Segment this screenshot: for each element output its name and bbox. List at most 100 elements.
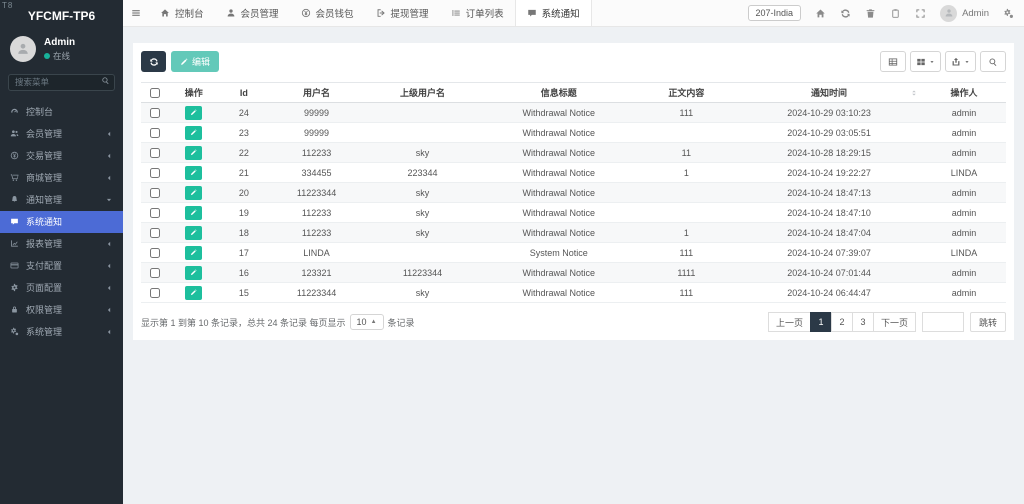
- row-edit-button[interactable]: [185, 185, 203, 200]
- sidebar-item-label: 通知管理: [26, 195, 63, 205]
- chevron-left-icon: [105, 328, 113, 336]
- tab-订单列表[interactable]: 订单列表: [440, 0, 515, 26]
- page-button-1[interactable]: 1: [809, 312, 832, 332]
- next-page-button[interactable]: 下一页: [872, 312, 916, 332]
- chevron-left-icon: [105, 262, 113, 270]
- tab-label: 会员管理: [240, 9, 279, 20]
- pencil-icon: [190, 149, 197, 156]
- row-checkbox[interactable]: [149, 107, 160, 118]
- row-checkbox[interactable]: [149, 287, 160, 298]
- sidebar-item-控制台[interactable]: 控制台: [0, 101, 123, 123]
- prev-page-button[interactable]: 上一页: [767, 312, 811, 332]
- table-icon: [888, 57, 898, 67]
- cell-parent: sky: [364, 282, 481, 303]
- avatar: [940, 4, 958, 22]
- search-button[interactable]: [980, 51, 1006, 72]
- row-edit-button[interactable]: [185, 265, 203, 280]
- row-checkbox[interactable]: [149, 127, 160, 138]
- sidebar-item-系统通知[interactable]: 系统通知: [0, 210, 123, 233]
- settings-cogs-icon[interactable]: [1003, 8, 1014, 19]
- cogs-icon: [10, 327, 19, 336]
- cell-id: 18: [218, 222, 269, 243]
- sidebar-item-会员管理[interactable]: 会员管理: [0, 123, 123, 145]
- column-header-通知时间[interactable]: 通知时间: [736, 82, 923, 103]
- sidebar-item-权限管理[interactable]: 权限管理: [0, 299, 123, 321]
- refresh-icon[interactable]: [840, 8, 851, 19]
- gauge-icon: [10, 107, 19, 116]
- menu-search-input[interactable]: [8, 73, 115, 91]
- column-header-信息标题[interactable]: 信息标题: [480, 82, 637, 103]
- cell-content: 11: [636, 142, 737, 163]
- column-header-用户名[interactable]: 用户名: [268, 82, 365, 103]
- caret-down-icon: [964, 59, 970, 65]
- tab-会员钱包[interactable]: 会员钱包: [290, 0, 365, 26]
- row-edit-button[interactable]: [185, 105, 203, 120]
- columns-icon: [916, 57, 926, 67]
- row-edit-button[interactable]: [185, 285, 203, 300]
- edit-button[interactable]: 编辑: [171, 51, 220, 72]
- sidebar-item-页面配置[interactable]: 页面配置: [0, 277, 123, 299]
- fullscreen-icon[interactable]: [915, 8, 926, 19]
- column-header-正文内容[interactable]: 正文内容: [636, 82, 737, 103]
- row-edit-button[interactable]: [185, 165, 203, 180]
- select-all-checkbox[interactable]: [149, 87, 160, 98]
- row-checkbox[interactable]: [149, 167, 160, 178]
- row-edit-button[interactable]: [185, 145, 203, 160]
- sidebar-item-通知管理[interactable]: 通知管理: [0, 189, 123, 211]
- cell-id: 22: [218, 142, 269, 163]
- list-icon: [451, 8, 461, 18]
- sidebar-item-label: 权限管理: [26, 305, 63, 315]
- cell-title: Withdrawal Notice: [480, 142, 637, 163]
- home-icon[interactable]: [815, 8, 826, 19]
- tab-控制台[interactable]: 控制台: [149, 0, 215, 26]
- region-badge[interactable]: 207-India: [747, 5, 802, 21]
- user-menu[interactable]: Admin: [940, 4, 989, 22]
- trash-icon[interactable]: [865, 8, 876, 19]
- page-size-select[interactable]: 10 ▲: [349, 314, 384, 330]
- sort-icon[interactable]: [910, 88, 918, 98]
- card-icon: [10, 261, 19, 270]
- cell-id: 24: [218, 102, 269, 123]
- column-header-Id[interactable]: Id: [218, 82, 269, 103]
- jump-button[interactable]: 跳转: [969, 312, 1006, 332]
- row-checkbox[interactable]: [149, 267, 160, 278]
- column-header-操作[interactable]: 操作: [168, 82, 219, 103]
- cell-username: 99999: [268, 122, 365, 143]
- tab-提现管理[interactable]: 提现管理: [365, 0, 440, 26]
- row-checkbox[interactable]: [149, 247, 160, 258]
- topbar-right: 207-India Admin: [747, 0, 1024, 26]
- row-checkbox[interactable]: [149, 147, 160, 158]
- sidebar-item-系统管理[interactable]: 系统管理: [0, 321, 123, 343]
- sidebar-toggle-button[interactable]: [123, 0, 149, 26]
- cell-username: LINDA: [268, 242, 365, 263]
- sidebar-item-交易管理[interactable]: 交易管理: [0, 145, 123, 167]
- page-button-3[interactable]: 3: [851, 312, 874, 332]
- row-checkbox[interactable]: [149, 227, 160, 238]
- toggle-view-button[interactable]: [880, 51, 906, 72]
- columns-button[interactable]: [910, 51, 941, 72]
- cell-operator: admin: [922, 102, 1006, 123]
- page-button-2[interactable]: 2: [830, 312, 853, 332]
- export-button[interactable]: [945, 51, 976, 72]
- row-edit-button[interactable]: [185, 205, 203, 220]
- sidebar-item-label: 控制台: [26, 107, 54, 117]
- cell-username: 112233: [268, 142, 365, 163]
- refresh-button[interactable]: [141, 51, 166, 72]
- tab-会员管理[interactable]: 会员管理: [215, 0, 290, 26]
- column-header-上级用户名[interactable]: 上级用户名: [364, 82, 481, 103]
- tab-系统通知[interactable]: 系统通知: [514, 0, 592, 26]
- row-edit-button[interactable]: [185, 125, 203, 140]
- sidebar-item-商城管理[interactable]: 商城管理: [0, 167, 123, 189]
- row-checkbox[interactable]: [149, 187, 160, 198]
- clear-cache-icon[interactable]: [890, 8, 901, 19]
- sidebar-item-报表管理[interactable]: 报表管理: [0, 233, 123, 255]
- row-edit-button[interactable]: [185, 245, 203, 260]
- cell-time: 2024-10-24 19:22:27: [736, 162, 923, 183]
- sidebar-item-label: 系统管理: [26, 327, 63, 337]
- bell-icon: [10, 195, 19, 204]
- sidebar-item-支付配置[interactable]: 支付配置: [0, 255, 123, 277]
- column-header-操作人[interactable]: 操作人: [922, 82, 1006, 103]
- row-checkbox[interactable]: [149, 207, 160, 218]
- jump-page-input[interactable]: [921, 312, 964, 332]
- row-edit-button[interactable]: [185, 225, 203, 240]
